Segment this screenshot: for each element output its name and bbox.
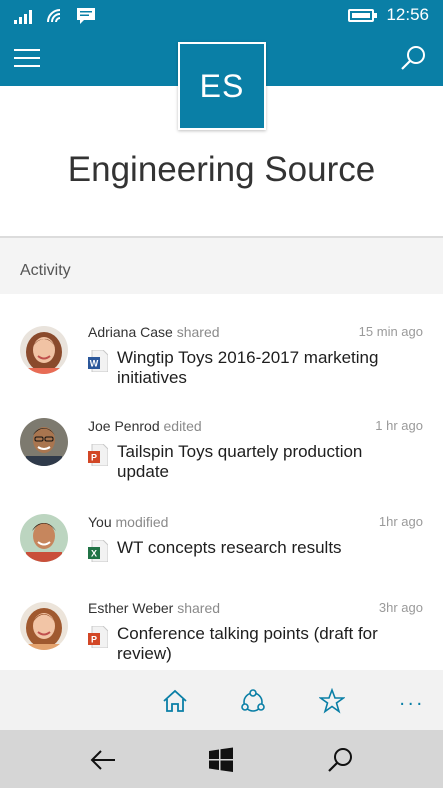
feed-item-user: You	[88, 514, 112, 530]
feed-item-title[interactable]: Conference talking points (draft for rev…	[117, 624, 417, 664]
svg-text:X: X	[91, 549, 97, 559]
feed-item-user: Joe Penrod	[88, 418, 160, 434]
activity-section-header: Activity	[0, 238, 443, 294]
svg-text:P: P	[91, 635, 97, 645]
bottom-app-bar: ...	[0, 670, 443, 730]
word-file-icon: W	[88, 350, 108, 372]
feed-item-meta: You modified	[88, 514, 168, 530]
feed-item-action: shared	[176, 324, 220, 340]
system-nav-bar	[0, 730, 443, 788]
home-icon[interactable]	[162, 688, 188, 714]
windows-icon[interactable]	[207, 746, 235, 774]
more-options-button[interactable]: ...	[399, 688, 425, 711]
clock: 12:56	[386, 5, 429, 24]
feed-item-time: 15 min ago	[358, 324, 423, 339]
feed-item-time: 1 hr ago	[375, 418, 423, 433]
powerpoint-file-icon: P	[88, 444, 108, 466]
feed-item-title[interactable]: WT concepts research results	[117, 538, 417, 558]
feed-item-user: Esther Weber	[88, 600, 174, 616]
feed-item-action: modified	[115, 514, 169, 530]
site-logo: ES	[178, 42, 266, 130]
groups-icon[interactable]	[240, 688, 266, 714]
feed-item-action: edited	[163, 418, 202, 434]
avatar	[20, 514, 68, 562]
avatar	[20, 326, 68, 374]
feed-item[interactable]: You modified 1hr ago X WT concepts resea…	[0, 504, 443, 594]
feed-item[interactable]: Joe Penrod edited 1 hr ago P Tailspin To…	[0, 408, 443, 498]
search-icon[interactable]	[326, 746, 354, 774]
site-logo-initials: ES	[199, 67, 245, 104]
excel-file-icon: X	[88, 540, 108, 562]
powerpoint-file-icon: P	[88, 626, 108, 648]
feed-item-meta: Adriana Case shared	[88, 324, 220, 340]
wifi-icon	[47, 9, 61, 23]
feed-item-action: shared	[177, 600, 221, 616]
feed-item-title[interactable]: Tailspin Toys quartely production update	[117, 442, 417, 482]
avatar	[20, 602, 68, 650]
feed-item-meta: Joe Penrod edited	[88, 418, 202, 434]
search-icon[interactable]	[399, 44, 427, 72]
message-icon	[77, 8, 95, 24]
star-icon[interactable]	[319, 688, 345, 714]
feed-item-user: Adriana Case	[88, 324, 173, 340]
feed-item[interactable]: Esther Weber shared 3hr ago P Conference…	[0, 590, 443, 670]
site-title: Engineering Source	[67, 150, 376, 189]
feed-item[interactable]: Adriana Case shared 15 min ago W Wingtip…	[0, 314, 443, 404]
back-arrow-icon[interactable]	[89, 746, 117, 774]
feed-item-time: 3hr ago	[378, 600, 423, 615]
activity-label: Activity	[20, 262, 71, 279]
activity-feed: Adriana Case shared 15 min ago W Wingtip…	[0, 294, 443, 670]
feed-item-meta: Esther Weber shared	[88, 600, 220, 616]
signal-icon	[14, 10, 32, 24]
hamburger-icon[interactable]	[14, 49, 40, 69]
battery-icon	[348, 8, 378, 22]
status-right: 12:56	[348, 5, 429, 25]
status-bar: 12:56	[0, 0, 443, 32]
svg-text:P: P	[91, 453, 97, 463]
feed-item-title[interactable]: Wingtip Toys 2016-2017 marketing initiat…	[117, 348, 417, 388]
avatar	[20, 418, 68, 466]
status-icons	[14, 7, 96, 25]
feed-item-time: 1hr ago	[378, 514, 423, 529]
svg-text:W: W	[90, 359, 99, 369]
